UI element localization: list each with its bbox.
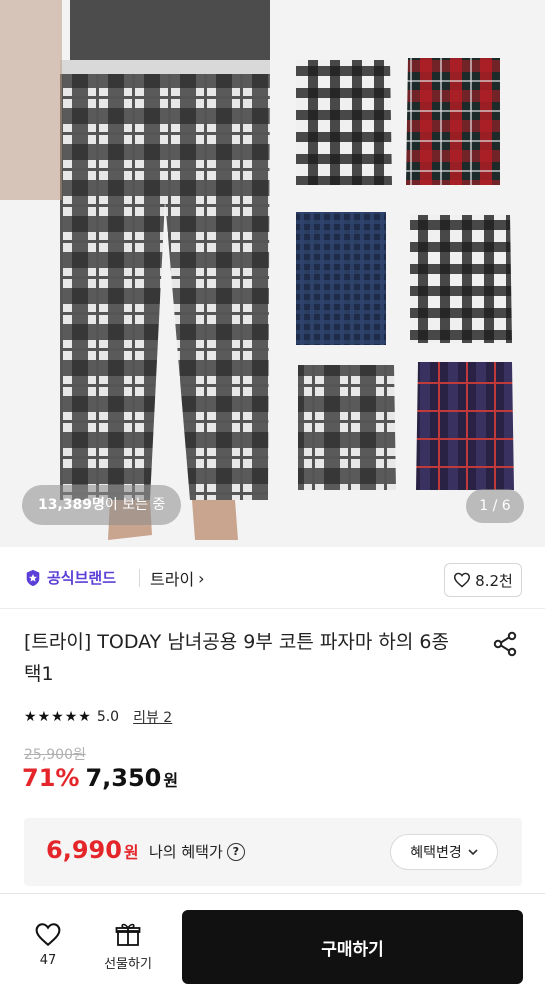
change-benefit-label: 혜택변경	[410, 845, 462, 861]
viewers-count: 13,389명	[38, 497, 105, 513]
official-brand-label: 공식브랜드	[47, 569, 117, 587]
star-icon: ★	[64, 709, 78, 725]
star-icon: ★	[78, 709, 91, 725]
store-name: 트라이	[150, 570, 195, 589]
review-link[interactable]: 리뷰 2	[133, 707, 172, 727]
image-page-indicator: 1 / 6	[466, 489, 524, 523]
official-badge-icon	[26, 569, 40, 586]
rating-row: ★ ★ ★ ★ ★ 5.0 리뷰 2	[24, 707, 172, 727]
benefit-price: 6,990 원	[46, 836, 139, 864]
viewers-badge: 13,389명이 보는 중	[22, 485, 182, 525]
store-link[interactable]: 트라이 ›	[150, 566, 205, 590]
viewers-suffix: 이 보는 중	[104, 497, 166, 513]
brand-like-button[interactable]: 8.2천	[444, 563, 522, 597]
chevron-right-icon: ›	[198, 568, 205, 588]
product-photo	[0, 0, 514, 540]
benefit-currency-unit: 원	[123, 843, 139, 862]
chevron-down-icon	[468, 848, 478, 855]
divider	[139, 569, 140, 587]
benefit-label-text: 나의 혜택가	[149, 843, 223, 861]
share-icon[interactable]	[492, 631, 518, 657]
discount-rate: 71%	[22, 764, 80, 792]
original-price: 25,900원	[24, 747, 86, 763]
product-title: [트라이] TODAY 남녀공용 9부 코튼 파자마 하의 6종 택1	[24, 631, 449, 685]
benefit-price-value: 6,990	[46, 836, 122, 864]
price-row: 71% 7,350 원	[22, 764, 178, 792]
wishlist-count: 47	[39, 953, 57, 968]
bottom-action-bar: 47 선물하기 구매하기	[0, 893, 545, 1000]
gift-label: 선물하기	[104, 957, 152, 972]
benefit-price-box: 6,990 원 나의 혜택가 ? 혜택변경	[24, 818, 522, 886]
brand-row: 공식브랜드 트라이 › 8.2천	[0, 547, 545, 609]
currency-unit: 원	[163, 771, 179, 790]
change-benefit-button[interactable]: 혜택변경	[390, 834, 498, 870]
heart-icon	[35, 923, 61, 947]
star-icon: ★	[37, 709, 51, 725]
wishlist-button[interactable]: 47	[22, 922, 74, 968]
official-brand-badge: 공식브랜드	[24, 567, 116, 588]
rating-value: 5.0	[96, 709, 120, 725]
rating-stars: ★ ★ ★ ★ ★	[24, 710, 91, 724]
benefit-label: 나의 혜택가 ?	[149, 841, 245, 862]
sale-price: 7,350	[85, 764, 162, 792]
gift-button[interactable]: 선물하기	[96, 922, 160, 972]
product-image-carousel[interactable]: 13,389명이 보는 중 1 / 6	[0, 0, 545, 547]
star-icon: ★	[24, 709, 37, 725]
heart-icon	[454, 572, 471, 588]
star-icon: ★	[51, 709, 64, 725]
buy-button[interactable]: 구매하기	[182, 910, 523, 984]
help-icon[interactable]: ?	[226, 842, 245, 861]
brand-like-count: 8.2천	[475, 571, 513, 590]
gift-icon	[115, 923, 141, 946]
